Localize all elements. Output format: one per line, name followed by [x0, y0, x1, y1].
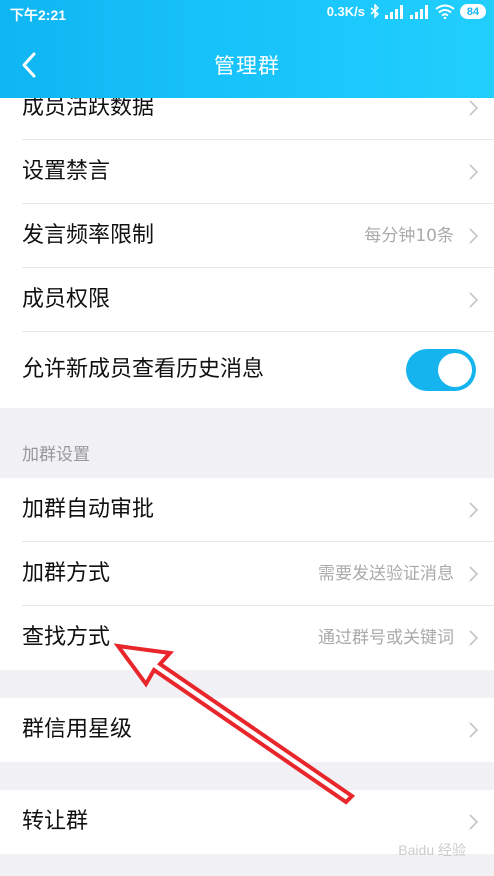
- row-speak-frequency[interactable]: 发言频率限制 每分钟10条: [0, 204, 494, 268]
- row-value: 通过群号或关键词: [318, 628, 454, 648]
- row-label: 查找方式: [22, 625, 111, 650]
- chevron-right-icon: [469, 502, 478, 518]
- signal-icon: [385, 4, 403, 19]
- row-credit-rating[interactable]: 群信用星级: [0, 698, 494, 762]
- row-member-permissions[interactable]: 成员权限: [0, 268, 494, 332]
- row-label: 设置禁言: [22, 159, 111, 184]
- page-title: 管理群: [214, 54, 280, 78]
- bluetooth-icon: [370, 4, 380, 19]
- settings-group-members: 成员活跃数据 设置禁言 发言频率限制 每分钟10条 成员权限 允许新成员查看历史…: [0, 98, 494, 408]
- history-toggle[interactable]: [406, 349, 476, 391]
- settings-group-join: 加群自动审批 加群方式 需要发送验证消息 查找方式 通过群号或关键词: [0, 478, 494, 670]
- status-right: 0.3K/s 84: [327, 4, 486, 19]
- row-history-visible: 允许新成员查看历史消息: [0, 332, 494, 408]
- network-speed: 0.3K/s: [326, 4, 365, 19]
- row-label: 加群方式: [22, 561, 111, 586]
- chevron-right-icon: [469, 814, 478, 830]
- chevron-right-icon: [469, 722, 478, 738]
- row-label: 成员权限: [22, 287, 111, 312]
- row-label: 发言频率限制: [22, 223, 155, 248]
- row-label: 群信用星级: [22, 717, 133, 742]
- status-bar: 下午2:21 0.3K/s 84: [0, 0, 494, 28]
- signal-icon: [410, 4, 428, 19]
- row-label: 成员活跃数据: [22, 98, 155, 120]
- section-header-join: 加群设置: [22, 445, 90, 465]
- chevron-right-icon: [469, 100, 478, 116]
- status-time: 下午2:21: [10, 7, 67, 23]
- row-label: 转让群: [22, 809, 89, 834]
- settings-group-credit: 群信用星级: [0, 698, 494, 762]
- toggle-knob: [438, 353, 472, 387]
- wifi-icon: [435, 4, 455, 19]
- chevron-right-icon: [469, 164, 478, 180]
- watermark: Baidu 经验: [398, 842, 466, 858]
- header: 下午2:21 0.3K/s 84 管理群: [0, 0, 494, 98]
- row-auto-approve[interactable]: 加群自动审批: [0, 478, 494, 542]
- chevron-right-icon: [469, 228, 478, 244]
- row-label: 加群自动审批: [22, 497, 155, 522]
- row-value: 每分钟10条: [364, 226, 454, 246]
- chevron-right-icon: [469, 630, 478, 646]
- battery-indicator: 84: [460, 4, 486, 19]
- row-value: 需要发送验证消息: [318, 564, 454, 584]
- nav-bar: 管理群: [0, 28, 494, 98]
- row-label: 允许新成员查看历史消息: [22, 357, 265, 382]
- row-mute-settings[interactable]: 设置禁言: [0, 140, 494, 204]
- row-search-method[interactable]: 查找方式 通过群号或关键词: [0, 606, 494, 670]
- row-member-activity[interactable]: 成员活跃数据: [0, 98, 494, 140]
- chevron-right-icon: [469, 292, 478, 308]
- row-join-method[interactable]: 加群方式 需要发送验证消息: [0, 542, 494, 606]
- chevron-right-icon: [469, 566, 478, 582]
